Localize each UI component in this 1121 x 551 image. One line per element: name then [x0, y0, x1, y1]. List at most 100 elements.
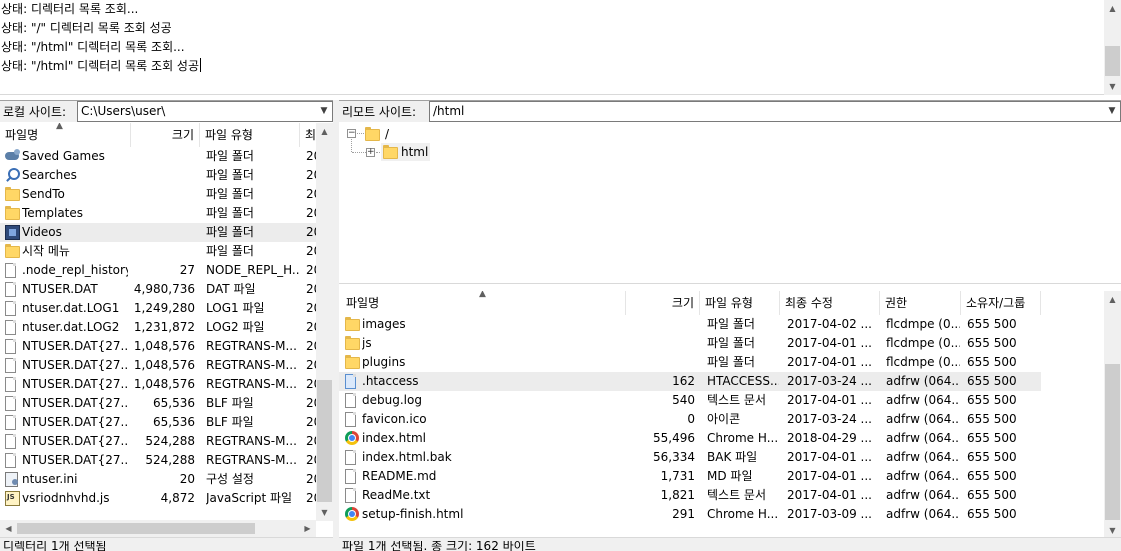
scroll-up-arrow-icon[interactable]: ▲: [1104, 0, 1121, 17]
tree-connector: [351, 139, 352, 152]
list-item[interactable]: SendTo 파일 폴더 20: [0, 185, 316, 204]
column-header-permissions[interactable]: 권한: [880, 291, 961, 315]
local-list-hscrollbar[interactable]: ◀ ▶: [0, 520, 316, 537]
file-name: Templates: [22, 206, 84, 220]
file-modified: 20: [306, 282, 316, 296]
scroll-up-arrow-icon[interactable]: ▲: [1104, 291, 1121, 308]
list-item[interactable]: ntuser.ini 20 구성 설정 20: [0, 470, 316, 489]
sort-up-icon: ▲: [479, 291, 486, 299]
file-size: 291: [672, 507, 695, 521]
list-item[interactable]: Searches 파일 폴더 20: [0, 166, 316, 185]
column-header-name[interactable]: 파일명 ▲: [339, 291, 626, 315]
list-item[interactable]: debug.log 540 텍스트 문서 2017-04-01 ... adfrw (0…: [339, 391, 1041, 410]
file-type: BLF 파일: [206, 415, 254, 429]
file-modified: 2017-03-09 ...: [787, 507, 872, 521]
column-header-owner[interactable]: 소유자/그룹: [961, 291, 1041, 315]
list-item[interactable]: ntuser.dat.LOG2 1,231,872 LOG2 파일 20: [0, 318, 316, 337]
list-item[interactable]: plugins 파일 폴더 2017-04-01 ... flcdmpe (0... 6…: [339, 353, 1041, 372]
tree-item-label: html: [401, 145, 429, 159]
file-size: 55,496: [653, 431, 695, 445]
list-item[interactable]: Saved Games 파일 폴더 20: [0, 147, 316, 166]
file-type: REGTRANS-M...: [206, 434, 297, 448]
column-header-type[interactable]: 파일 유형: [700, 291, 780, 315]
scroll-down-arrow-icon[interactable]: ▼: [316, 504, 333, 521]
list-item[interactable]: js 파일 폴더 2017-04-01 ... flcdmpe (0... 655 50…: [339, 334, 1041, 353]
list-item[interactable]: ntuser.dat.LOG1 1,249,280 LOG1 파일 20: [0, 299, 316, 318]
file-size: 27: [179, 263, 195, 277]
list-item[interactable]: Templates 파일 폴더 20: [0, 204, 316, 223]
remote-path-combo[interactable]: /html ▼: [429, 101, 1121, 122]
column-header-type[interactable]: 파일 유형: [200, 123, 300, 147]
scroll-up-arrow-icon[interactable]: ▲: [316, 123, 333, 140]
file-type: 텍스트 문서: [707, 393, 767, 407]
list-item[interactable]: vsriodnhvhd.js 4,872 JavaScript 파일 20: [0, 489, 316, 508]
list-item[interactable]: .node_repl_history 27 NODE_REPL_H... 20: [0, 261, 316, 280]
file-size: [131, 185, 195, 204]
message-log[interactable]: 상태: 디렉터리 목록 조회... 상태: "/" 디렉터리 목록 조회 성공 …: [0, 0, 1121, 95]
list-item[interactable]: images 파일 폴더 2017-04-02 ... flcdmpe (0... 65…: [339, 315, 1041, 334]
scroll-left-arrow-icon[interactable]: ◀: [0, 520, 17, 537]
file-modified: 20: [306, 377, 316, 391]
tree-expand-icon[interactable]: +: [366, 148, 375, 157]
log-scrollbar[interactable]: ▲ ▼: [1104, 0, 1121, 95]
file-size: 56,334: [653, 450, 695, 464]
remote-scroll-thumb[interactable]: [1105, 364, 1120, 520]
list-item[interactable]: README.md 1,731 MD 파일 2017-04-01 ... adfrw (…: [339, 467, 1041, 486]
file-modified: 20: [306, 453, 316, 467]
list-item[interactable]: 시작 메뉴 파일 폴더 20: [0, 242, 316, 261]
chrome-icon: [345, 507, 359, 521]
remote-file-list[interactable]: 파일명 ▲ 크기 파일 유형 최종 수정 권한 소유자/그룹 images 파일 폴…: [339, 291, 1104, 539]
file-type: LOG1 파일: [206, 301, 265, 315]
column-header-size[interactable]: 크기: [131, 123, 200, 147]
local-path-combo[interactable]: C:\Users\user\ ▼: [77, 101, 333, 122]
list-item[interactable]: ReadMe.txt 1,821 텍스트 문서 2017-04-01 ... adfrw…: [339, 486, 1041, 505]
local-scroll-thumb[interactable]: [317, 380, 332, 502]
log-scroll-thumb[interactable]: [1105, 46, 1120, 76]
local-path-text: C:\Users\user\: [81, 104, 166, 118]
list-item[interactable]: NTUSER.DAT{27... 1,048,576 REGTRANS-M... 20: [0, 375, 316, 394]
file-type: 파일 폴더: [707, 336, 755, 350]
scroll-right-arrow-icon[interactable]: ▶: [299, 520, 316, 537]
file-modified: 2017-03-24 ...: [787, 374, 872, 388]
list-item[interactable]: NTUSER.DAT{27... 1,048,576 REGTRANS-M... 20: [0, 356, 316, 375]
scroll-down-arrow-icon[interactable]: ▼: [1104, 78, 1121, 95]
file-owner: 655 500: [967, 374, 1017, 388]
list-item[interactable]: setup-finish.html 291 Chrome H... 2017-03-0…: [339, 505, 1041, 524]
chevron-down-icon[interactable]: ▼: [1106, 102, 1118, 121]
file-name: NTUSER.DAT{27...: [22, 415, 128, 429]
file-size: 540: [672, 393, 695, 407]
file-icon: [5, 263, 16, 278]
js-icon: [5, 491, 20, 506]
list-item[interactable]: NTUSER.DAT 4,980,736 DAT 파일 20: [0, 280, 316, 299]
file-owner: 655 500: [967, 317, 1017, 331]
local-list-scrollbar[interactable]: ▲ ▼: [316, 123, 333, 521]
file-modified: 20: [306, 244, 316, 258]
chevron-down-icon[interactable]: ▼: [318, 102, 330, 121]
list-item[interactable]: NTUSER.DAT{27... 65,536 BLF 파일 20: [0, 394, 316, 413]
remote-list-scrollbar[interactable]: ▲ ▼: [1104, 291, 1121, 539]
file-type: REGTRANS-M...: [206, 377, 297, 391]
list-item[interactable]: favicon.ico 0 아이콘 2017-03-24 ... adfrw (064.…: [339, 410, 1041, 429]
list-item[interactable]: .htaccess 162 HTACCESS... 2017-03-24 ... adf…: [339, 372, 1041, 391]
list-item[interactable]: Videos 파일 폴더 20: [0, 223, 316, 242]
file-type: BLF 파일: [206, 396, 254, 410]
file-modified: 2017-04-01 ...: [787, 393, 872, 407]
list-item[interactable]: NTUSER.DAT{27... 524,288 REGTRANS-M... 20: [0, 432, 316, 451]
list-item[interactable]: index.html.bak 56,334 BAK 파일 2017-04-01 ...…: [339, 448, 1041, 467]
file-type: REGTRANS-M...: [206, 453, 297, 467]
remote-directory-tree[interactable]: − / + html: [339, 123, 1121, 284]
games-icon: [5, 149, 21, 163]
column-header-modified[interactable]: 최종 수정: [780, 291, 880, 315]
column-header-size[interactable]: 크기: [626, 291, 700, 315]
tree-collapse-icon[interactable]: −: [347, 129, 356, 138]
column-header-name[interactable]: 파일명 ▲: [0, 123, 131, 147]
list-item[interactable]: NTUSER.DAT{27... 524,288 REGTRANS-M... 20: [0, 451, 316, 470]
list-item[interactable]: NTUSER.DAT{27... 65,536 BLF 파일 20: [0, 413, 316, 432]
local-hscroll-thumb[interactable]: [17, 523, 255, 534]
tree-item-html[interactable]: html: [381, 143, 430, 161]
local-file-list[interactable]: 파일명▲ 크기 파일 유형 최 Saved Games파일 폴더20Search…: [0, 123, 316, 521]
column-header-modified[interactable]: 최: [300, 123, 316, 147]
list-item[interactable]: index.html 55,496 Chrome H... 2018-04-29 ..…: [339, 429, 1041, 448]
file-size: 1,231,872: [133, 320, 195, 334]
list-item[interactable]: NTUSER.DAT{27... 1,048,576 REGTRANS-M... 20: [0, 337, 316, 356]
